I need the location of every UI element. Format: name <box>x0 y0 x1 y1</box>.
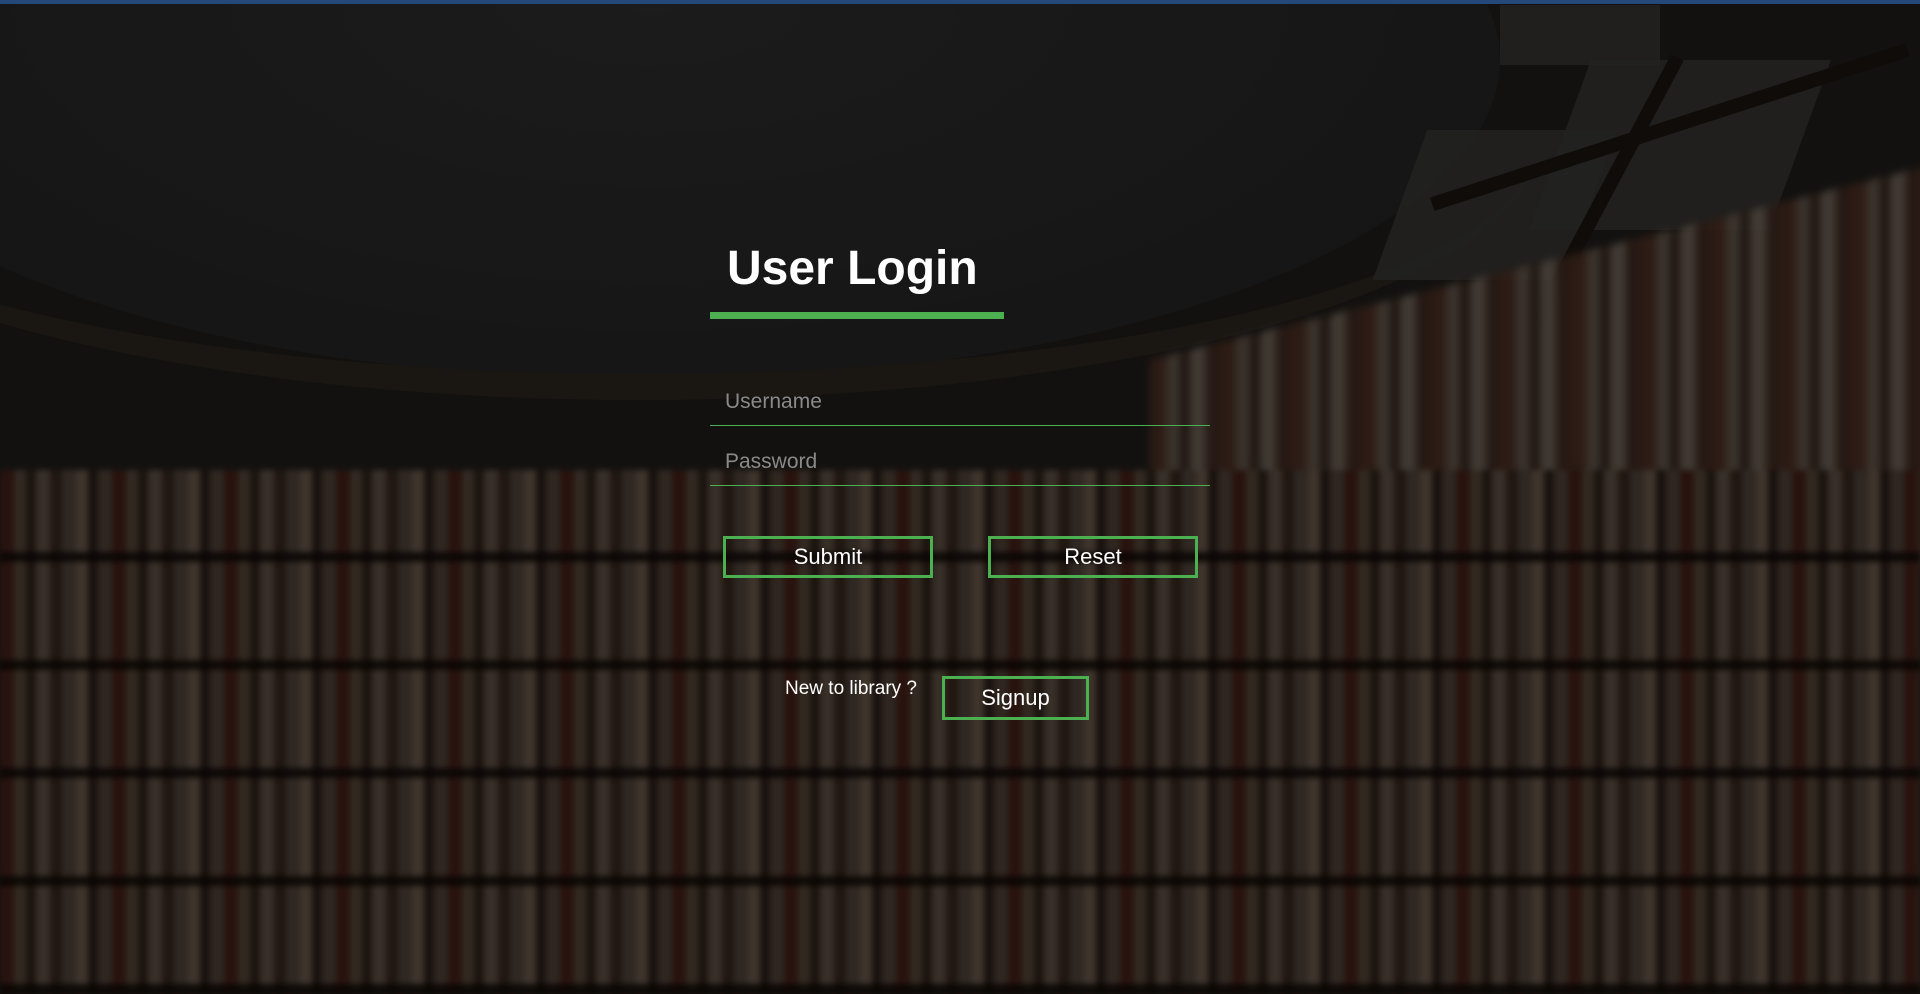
top-border-bar <box>0 0 1920 4</box>
submit-button[interactable]: Submit <box>723 536 933 578</box>
password-input[interactable] <box>710 438 1210 486</box>
signup-prompt: New to library ? <box>785 678 917 699</box>
library-background <box>0 0 1920 994</box>
title-underline <box>710 312 1004 319</box>
signup-button[interactable]: Signup <box>942 676 1089 720</box>
dim-overlay <box>0 0 1920 994</box>
login-box: User Login Submit Reset New to library ?… <box>710 236 1210 720</box>
username-input[interactable] <box>710 378 1210 426</box>
page-title: User Login <box>727 242 978 295</box>
reset-button[interactable]: Reset <box>988 536 1198 578</box>
